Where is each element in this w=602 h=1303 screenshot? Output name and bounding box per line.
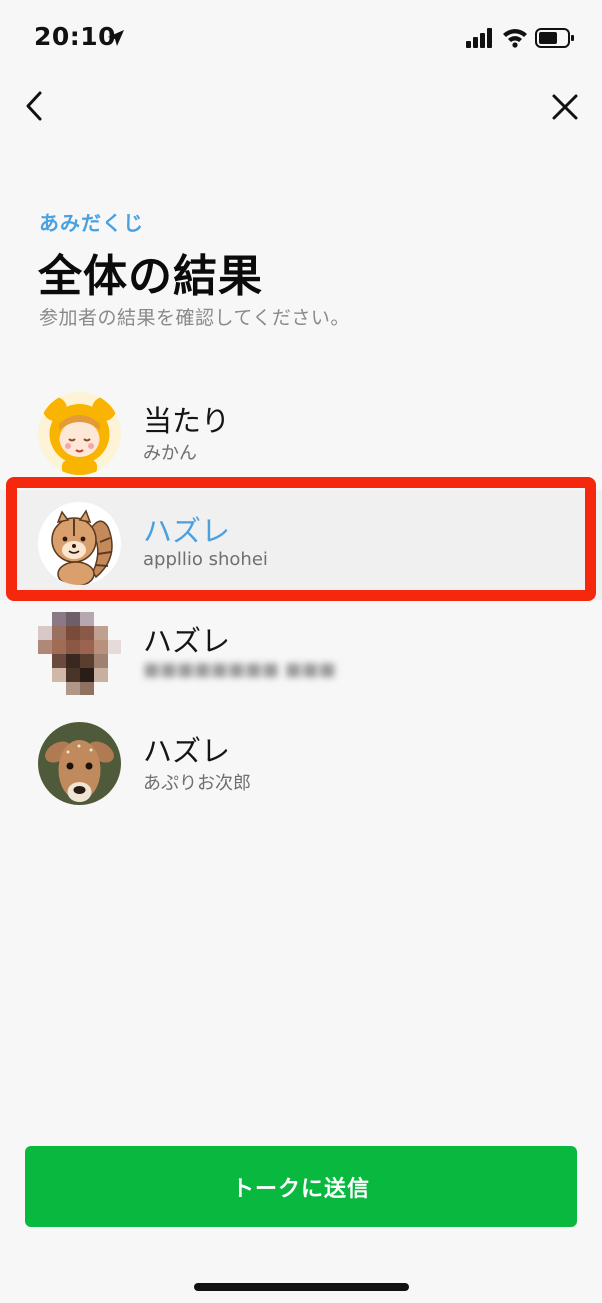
battery-icon: [535, 28, 574, 48]
participant-name-obscured: ■■■■■■■■ ■■■: [143, 659, 336, 680]
status-time: 20:10: [34, 22, 117, 51]
location-arrow-icon: [108, 30, 124, 46]
page-description: 参加者の結果を確認してください。: [39, 307, 350, 329]
result-label: ハズレ: [143, 624, 231, 658]
participant-name: みかん: [143, 443, 197, 464]
pixelated-photo-avatar: [38, 612, 121, 695]
home-indicator: [194, 1283, 409, 1291]
cartoon-girl-avatar: [38, 392, 121, 475]
result-label: 当たり: [143, 404, 231, 438]
deer-avatar: [38, 722, 121, 805]
page-title: 全体の結果: [38, 251, 263, 302]
app-eyebrow-label: あみだくじ: [39, 211, 144, 235]
status-bar: 20:10: [0, 0, 602, 76]
send-to-talk-button[interactable]: トークに送信: [25, 1146, 577, 1227]
wifi-icon: [503, 29, 527, 48]
close-icon[interactable]: [548, 90, 582, 124]
annotation-highlight-frame: [6, 477, 596, 601]
back-chevron-icon[interactable]: [18, 88, 54, 124]
cellular-signal-icon: [466, 28, 492, 48]
participant-name: あぷりお次郎: [143, 773, 251, 794]
result-row: ハズレ あぷりお次郎: [0, 710, 602, 820]
result-row: ハズレ ■■■■■■■■ ■■■: [0, 600, 602, 710]
result-label: ハズレ: [143, 734, 231, 768]
result-row: 当たり みかん: [0, 380, 602, 490]
